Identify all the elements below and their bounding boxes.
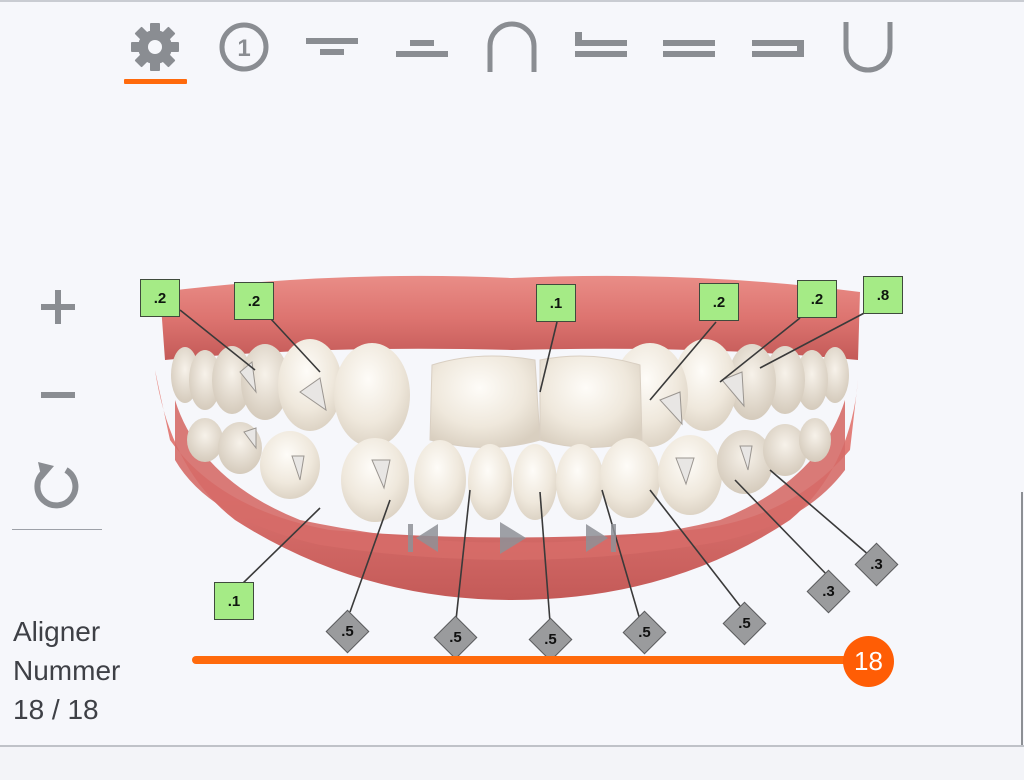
aligner-count: 18 / 18 (13, 694, 99, 725)
bottom-blank-area (0, 747, 1024, 780)
skip-forward-icon (586, 524, 616, 552)
play-button[interactable] (496, 518, 530, 558)
upper-tag-1[interactable]: .2 (140, 279, 180, 317)
plus-icon (41, 290, 75, 324)
play-icon (500, 522, 526, 554)
aligner-label-line2: Nummer (13, 655, 121, 686)
zoom-out-button[interactable] (14, 362, 102, 432)
zoom-in-button[interactable] (14, 270, 102, 340)
aligner-slider-knob[interactable]: 18 (843, 636, 894, 687)
upper-right-central-incisor (539, 355, 643, 448)
aligner-label-line1: Aligner (13, 616, 101, 647)
skip-forward-button[interactable] (582, 520, 620, 556)
upper-left-central-incisor (429, 355, 541, 448)
dental-model (155, 275, 871, 623)
aligner-slider-track[interactable] (192, 656, 868, 664)
skip-back-icon (408, 524, 438, 552)
skip-back-button[interactable] (404, 520, 442, 556)
upper-tag-6[interactable]: .8 (863, 276, 903, 314)
reset-view-button[interactable] (14, 450, 102, 520)
upper-tag-2[interactable]: .2 (234, 282, 274, 320)
aligner-number-label: Aligner Nummer 18 / 18 (13, 612, 120, 729)
lower-tag-green-1[interactable]: .1 (214, 582, 254, 620)
minus-icon (41, 392, 75, 398)
upper-tag-4[interactable]: .2 (699, 283, 739, 321)
rotate-reset-icon (34, 462, 79, 509)
right-frame-line (1021, 492, 1023, 746)
upper-tag-5[interactable]: .2 (797, 280, 837, 318)
zoom-divider (12, 529, 102, 530)
upper-tag-3[interactable]: .1 (536, 284, 576, 322)
aligner-slider-value: 18 (854, 646, 883, 676)
dental-3d-viewport[interactable] (0, 0, 1024, 745)
